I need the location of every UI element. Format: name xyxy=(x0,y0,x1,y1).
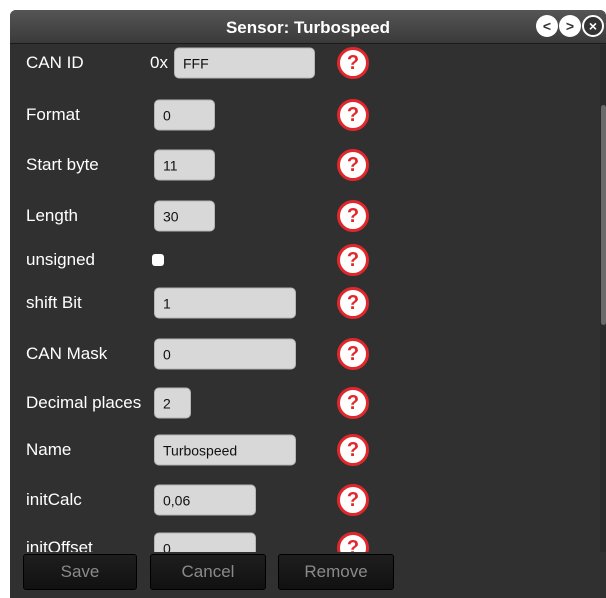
row-unsigned: unsigned ? xyxy=(10,240,598,280)
title-bar: Sensor: Turbospeed < > × xyxy=(10,10,606,44)
init-offset-label: initOffset xyxy=(26,538,93,552)
init-calc-input[interactable] xyxy=(154,484,256,516)
format-label: Format xyxy=(26,105,80,124)
length-help-icon[interactable]: ? xyxy=(337,200,369,232)
start-byte-input[interactable] xyxy=(154,149,215,181)
start-byte-label: Start byte xyxy=(26,155,99,174)
row-start-byte: Start byte ? xyxy=(10,145,598,185)
sensor-dialog: Sensor: Turbospeed < > × CAN ID 0x ? For… xyxy=(10,10,606,598)
init-offset-input[interactable] xyxy=(154,532,256,552)
save-button[interactable]: Save xyxy=(23,554,137,590)
row-can-id: CAN ID 0x ? xyxy=(10,45,598,83)
unsigned-checkbox[interactable] xyxy=(152,254,164,266)
shift-bit-label: shift Bit xyxy=(26,293,82,312)
close-icon[interactable]: × xyxy=(582,15,604,37)
row-shift-bit: shift Bit ? xyxy=(10,283,598,323)
init-calc-help-icon[interactable]: ? xyxy=(337,484,369,516)
row-length: Length ? xyxy=(10,196,598,236)
row-format: Format ? xyxy=(10,95,598,135)
row-init-calc: initCalc ? xyxy=(10,480,598,520)
scrollbar-thumb[interactable] xyxy=(601,105,606,325)
row-can-mask: CAN Mask ? xyxy=(10,334,598,374)
can-mask-label: CAN Mask xyxy=(26,344,108,363)
can-id-input[interactable] xyxy=(174,47,315,79)
row-init-offset: initOffset ? xyxy=(10,528,598,552)
row-name: Name ? xyxy=(10,430,598,470)
can-mask-input[interactable] xyxy=(154,338,296,370)
scrollbar-track[interactable] xyxy=(600,45,606,552)
init-offset-help-icon[interactable]: ? xyxy=(337,532,369,552)
name-input[interactable] xyxy=(154,434,296,466)
can-mask-help-icon[interactable]: ? xyxy=(337,338,369,370)
row-decimal-places: Decimal places ? xyxy=(10,383,598,423)
decimal-places-label: Decimal places xyxy=(26,393,142,412)
decimal-places-help-icon[interactable]: ? xyxy=(337,387,369,419)
can-id-label: CAN ID xyxy=(26,53,84,72)
cancel-button[interactable]: Cancel xyxy=(150,554,266,590)
dialog-footer: Save Cancel Remove xyxy=(10,552,606,598)
length-input[interactable] xyxy=(154,200,215,232)
init-calc-label: initCalc xyxy=(26,490,82,509)
start-byte-help-icon[interactable]: ? xyxy=(337,149,369,181)
unsigned-help-icon[interactable]: ? xyxy=(337,244,369,276)
shift-bit-input[interactable] xyxy=(154,287,296,319)
hex-prefix: 0x xyxy=(150,53,168,72)
previous-icon[interactable]: < xyxy=(536,15,558,37)
remove-button[interactable]: Remove xyxy=(278,554,394,590)
format-help-icon[interactable]: ? xyxy=(337,99,369,131)
shift-bit-help-icon[interactable]: ? xyxy=(337,287,369,319)
can-id-help-icon[interactable]: ? xyxy=(337,47,369,79)
length-label: Length xyxy=(26,206,78,225)
decimal-places-input[interactable] xyxy=(154,387,191,419)
name-help-icon[interactable]: ? xyxy=(337,434,369,466)
format-input[interactable] xyxy=(154,99,215,131)
next-icon[interactable]: > xyxy=(559,15,581,37)
name-label: Name xyxy=(26,440,72,459)
dialog-title: Sensor: Turbospeed xyxy=(225,18,391,37)
form-area[interactable]: CAN ID 0x ? Format ? Start byte ? Length… xyxy=(10,45,598,552)
unsigned-label: unsigned xyxy=(26,250,96,269)
